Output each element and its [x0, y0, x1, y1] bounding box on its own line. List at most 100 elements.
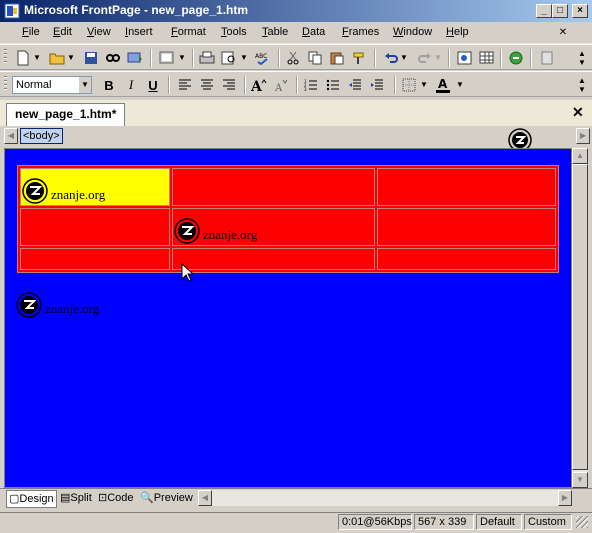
copy-icon[interactable]	[306, 49, 324, 67]
tag-scroll-left-icon[interactable]: ◀	[4, 128, 18, 144]
maximize-button[interactable]: □	[552, 4, 568, 18]
help-doc-icon[interactable]	[538, 49, 556, 67]
style-select-value: Normal	[16, 79, 52, 91]
menu-table[interactable]: Table	[262, 26, 288, 38]
toolbar-separator	[168, 76, 170, 94]
menu-edit[interactable]: Edit	[53, 26, 72, 38]
design-canvas[interactable]: znanje.org znanje.org znanje.org	[4, 148, 572, 488]
table-cell[interactable]	[377, 208, 556, 246]
align-right-icon[interactable]	[220, 76, 238, 94]
quick-tag-body[interactable]: <body>	[20, 128, 63, 144]
doc-close-menu-icon[interactable]: ✕	[556, 26, 570, 40]
close-document-icon[interactable]: ✕	[572, 104, 584, 121]
insert-layer-icon[interactable]	[158, 49, 176, 67]
minimize-button[interactable]: _	[536, 4, 552, 18]
toolbar-separator	[500, 49, 502, 67]
paste-icon[interactable]	[328, 49, 346, 67]
status-css-mode[interactable]: Custom	[524, 514, 572, 530]
font-color-icon[interactable]: A	[434, 76, 452, 94]
menu-file[interactable]: File	[22, 26, 40, 38]
menu-help[interactable]: Help	[446, 26, 469, 38]
design-icon: ▢	[9, 493, 20, 505]
search-icon[interactable]	[104, 49, 122, 67]
toolbar-options-icon[interactable]: ▲ ▼	[578, 49, 586, 67]
style-select[interactable]: Normal ▼	[12, 76, 92, 94]
horizontal-scrollbar[interactable]	[198, 490, 572, 506]
layout-table[interactable]: znanje.org znanje.org	[17, 165, 559, 273]
hyperlink-icon[interactable]	[508, 49, 526, 67]
bullet-list-icon[interactable]	[324, 76, 342, 94]
borders-dropdown-icon[interactable]: ▼	[420, 76, 428, 94]
page-logo[interactable]: znanje.org	[15, 291, 99, 319]
tab-code-label: Code	[107, 492, 134, 504]
decrease-indent-icon[interactable]	[346, 76, 364, 94]
table-cell[interactable]	[20, 208, 170, 246]
align-center-icon[interactable]	[198, 76, 216, 94]
standard-toolbar: ▼ ▼ ▼ ▼ ABC ▼ ▼ ▲ ▼	[0, 44, 592, 70]
tab-split[interactable]: ▤Split	[58, 490, 94, 506]
frontpage-app-icon[interactable]	[4, 3, 20, 19]
tab-design[interactable]: ▢Design	[6, 490, 57, 508]
toolbar-grip[interactable]	[4, 76, 7, 92]
toolbar-grip[interactable]	[4, 49, 7, 65]
table-cell[interactable]	[172, 248, 375, 270]
numbered-list-icon[interactable]: 123	[302, 76, 320, 94]
toolbar-options-icon[interactable]: ▲ ▼	[578, 76, 586, 94]
print-icon[interactable]	[198, 49, 216, 67]
menu-tools[interactable]: Tools	[221, 26, 247, 38]
table-cell[interactable]: znanje.org	[172, 208, 375, 246]
menu-window[interactable]: Window	[393, 26, 432, 38]
increase-font-icon[interactable]: A	[250, 76, 268, 94]
tab-preview[interactable]: 🔍Preview	[138, 490, 195, 506]
publish-icon[interactable]	[126, 49, 144, 67]
table-cell[interactable]	[377, 168, 556, 206]
bold-button[interactable]: B	[100, 76, 118, 94]
tab-code[interactable]: ⊡Code	[96, 490, 136, 506]
decrease-font-icon[interactable]: A	[272, 76, 290, 94]
scroll-right-icon[interactable]: ▶	[558, 490, 572, 506]
toolbar-separator	[296, 76, 298, 94]
table-cell-highlighted[interactable]: znanje.org	[20, 168, 170, 206]
redo-icon[interactable]	[416, 49, 434, 67]
status-compat-mode[interactable]: Default	[476, 514, 522, 530]
spelling-icon[interactable]: ABC	[254, 49, 272, 67]
scrollbar-thumb[interactable]	[572, 164, 588, 470]
web-component-icon[interactable]	[456, 49, 474, 67]
table-cell[interactable]	[20, 248, 170, 270]
save-icon[interactable]	[82, 49, 100, 67]
menu-frames[interactable]: Frames	[342, 26, 379, 38]
scroll-down-icon[interactable]: ▼	[572, 472, 588, 488]
close-button[interactable]: ×	[572, 4, 588, 18]
menu-format[interactable]: Format	[171, 26, 206, 38]
open-dropdown-icon[interactable]: ▼	[67, 49, 75, 67]
align-left-icon[interactable]	[176, 76, 194, 94]
scroll-left-icon[interactable]: ◀	[198, 490, 212, 506]
open-folder-icon[interactable]	[48, 49, 66, 67]
underline-button[interactable]: U	[144, 76, 162, 94]
layer-dropdown-icon[interactable]: ▼	[178, 49, 186, 67]
preview-in-browser-icon[interactable]	[220, 49, 238, 67]
menu-data[interactable]: Data	[302, 26, 325, 38]
new-dropdown-icon[interactable]: ▼	[33, 49, 41, 67]
preview-dropdown-icon[interactable]: ▼	[240, 49, 248, 67]
table-cell[interactable]	[172, 168, 375, 206]
italic-button[interactable]: I	[122, 76, 140, 94]
cut-icon[interactable]	[284, 49, 302, 67]
menu-view[interactable]: View	[87, 26, 111, 38]
tag-scroll-right-icon[interactable]: ▶	[576, 128, 590, 144]
resize-grip[interactable]	[576, 516, 588, 528]
redo-dropdown-icon[interactable]: ▼	[434, 49, 442, 67]
new-page-icon[interactable]	[14, 49, 32, 67]
increase-indent-icon[interactable]	[368, 76, 386, 94]
menu-insert[interactable]: Insert	[125, 26, 153, 38]
font-color-dropdown-icon[interactable]: ▼	[456, 76, 464, 94]
undo-dropdown-icon[interactable]: ▼	[400, 49, 408, 67]
table-cell[interactable]	[377, 248, 556, 270]
undo-icon[interactable]	[382, 49, 400, 67]
format-painter-icon[interactable]	[350, 49, 368, 67]
chevron-down-icon[interactable]: ▼	[79, 77, 91, 93]
tab-new-page[interactable]: new_page_1.htm*	[6, 103, 126, 126]
borders-icon[interactable]	[400, 76, 418, 94]
insert-table-icon[interactable]	[478, 49, 496, 67]
scroll-up-icon[interactable]: ▲	[572, 148, 588, 164]
